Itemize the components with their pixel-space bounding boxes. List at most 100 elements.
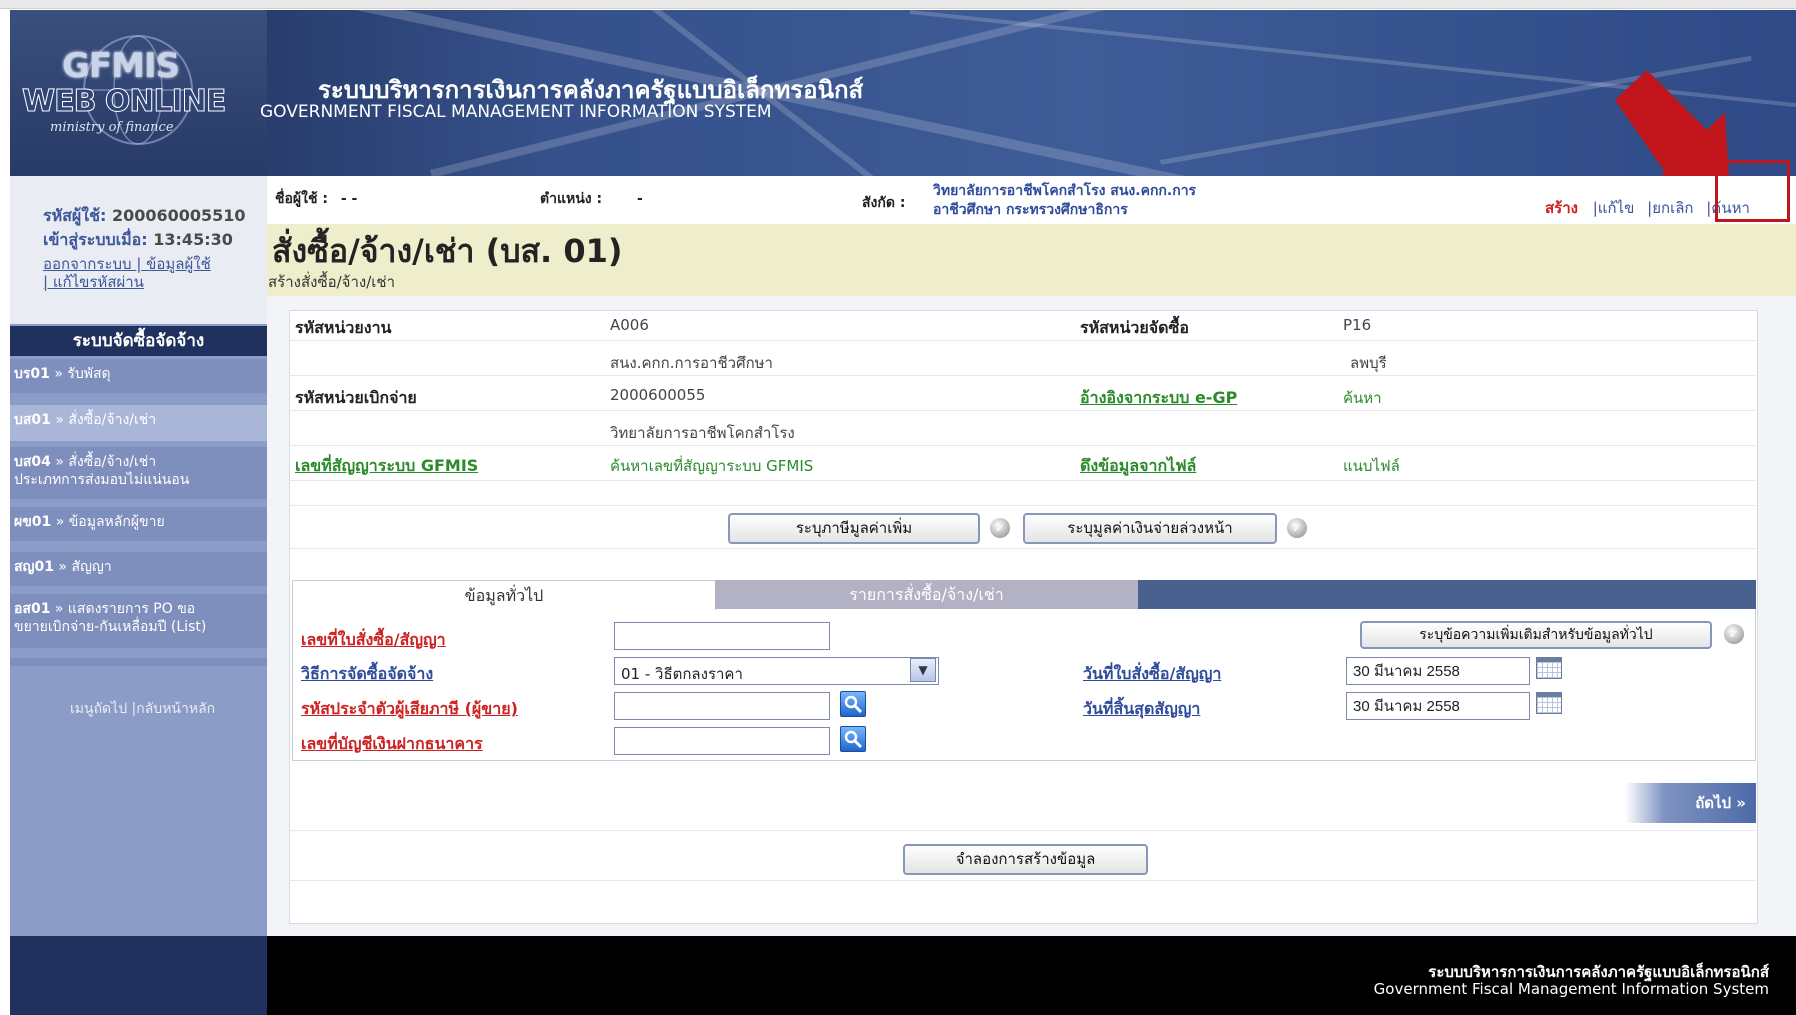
purchase-unit-label: รหัสหน่วยจัดซื้อ (1080, 318, 1189, 337)
footer-left (10, 936, 267, 1015)
position-value: - (636, 191, 643, 207)
import-file-link[interactable]: ดึงข้อมูลจากไฟล์ (1080, 454, 1196, 479)
tab-items[interactable]: รายการสั่งซื้อ/จ้าง/เช่า (715, 580, 1138, 609)
search-icon[interactable] (840, 726, 866, 752)
affiliation-label: สังกัด : (862, 195, 906, 211)
disbursement-unit-value: 2000600055 (610, 386, 706, 404)
sidebar-item-sy01[interactable]: สญ01 » สัญญา (10, 552, 267, 586)
menu-label: » สั่งซื้อ/จ้าง/เช่า (55, 454, 157, 470)
login-time-label: เข้าสู่ระบบเมื่อ: (43, 230, 148, 249)
menu-code: บร01 (14, 366, 50, 382)
user-label: ชื่อผู้ใช้ : (275, 191, 328, 207)
row-divider (289, 410, 1756, 411)
disbursement-unit-label: รหัสหน่วยเบิกจ่าย (295, 388, 417, 407)
bank-account-label[interactable]: เลขที่บัญชีเงินฝากธนาคาร (301, 732, 483, 757)
user-value: - - (340, 191, 358, 207)
logo-text-gfmis: GFMIS (62, 46, 180, 86)
user-code-label: รหัสผู้ใช้: (43, 206, 107, 225)
row-divider (289, 480, 1756, 481)
po-date-input[interactable] (1346, 657, 1530, 685)
procurement-method-select[interactable]: 01 - วิธีตกลงราคา (614, 657, 939, 685)
sidebar-item-bs01[interactable]: บส01 » สั่งซื้อ/จ้าง/เช่า (10, 405, 267, 441)
sidebar-item-os01[interactable]: อส01 » แสดงรายการ PO ขอ ขยายเบิกจ่าย-กัน… (10, 594, 267, 648)
extra-info-button[interactable]: ระบุข้อความเพิ่มเติมสำหรับข้อมูลทั่วไป (1360, 621, 1712, 649)
purchase-unit-name: ลพบุรี (1350, 354, 1387, 372)
change-password-link[interactable]: | แก้ไขรหัสผ่าน (43, 270, 144, 294)
menu-divider (10, 658, 267, 666)
end-date-label[interactable]: วันที่สิ้นสุดสัญญา (1083, 697, 1200, 722)
disbursement-unit-name: วิทยาลัยการอาชีพโคกสำโรง (610, 424, 795, 442)
row-divider (289, 375, 1756, 376)
footer-title-en: Government Fiscal Management Information… (1373, 980, 1769, 998)
tax-id-input[interactable] (614, 692, 830, 720)
next-button[interactable]: ถัดไป » (1625, 783, 1756, 823)
gfmis-contract-link[interactable]: เลขที่สัญญาระบบ GFMIS (295, 454, 478, 479)
po-date-label[interactable]: วันที่ใบสั่งซื้อ/สัญญา (1083, 662, 1221, 687)
po-number-input[interactable] (614, 622, 830, 650)
purchase-unit-value: P16 (1343, 316, 1372, 334)
browser-strip (0, 0, 1796, 9)
prepayment-button[interactable]: ระบุมูลค่าเงินจ่ายล่วงหน้า (1023, 513, 1277, 544)
chevron-down-icon[interactable]: ▼ (910, 658, 936, 682)
app-header (10, 10, 1796, 176)
row-divider (289, 340, 1756, 341)
cancel-link[interactable]: |ยกเลิก (1647, 199, 1693, 217)
agency-code-value: A006 (610, 316, 649, 334)
login-time-row: เข้าสู่ระบบเมื่อ: 13:45:30 (43, 228, 233, 253)
create-link[interactable]: สร้าง (1545, 199, 1578, 217)
menu-code: สญ01 (14, 559, 54, 575)
menu-label: » สัญญา (58, 559, 112, 575)
menu-code: ผข01 (14, 514, 52, 530)
affiliation-line-2: อาชีวศึกษา กระทรวงศึกษาธิการ (933, 202, 1128, 218)
calendar-icon[interactable] (1536, 692, 1562, 714)
menu-code: บส04 (14, 454, 51, 470)
system-title-en: GOVERNMENT FISCAL MANAGEMENT INFORMATION… (260, 102, 772, 122)
page-subtitle: สร้างสั่งซื้อ/จ้าง/เช่า (268, 273, 396, 291)
logo-text-webonline: WEB ONLINE (21, 84, 226, 120)
menu-label: » แสดงรายการ PO ขอ (54, 601, 196, 617)
attach-file-link[interactable]: แนบไฟล์ (1343, 454, 1400, 478)
procurement-method-value: 01 - วิธีตกลงราคา (621, 665, 743, 683)
user-code-value: 200060005510 (111, 206, 246, 225)
gfmis-contract-search-link[interactable]: ค้นหาเลขที่สัญญาระบบ GFMIS (610, 454, 813, 478)
prepayment-check-icon: ✓ (1287, 518, 1307, 538)
extra-info-check-icon: ✓ (1724, 624, 1744, 644)
egp-search-link[interactable]: ค้นหา (1343, 386, 1382, 410)
user-code-row: รหัสผู้ใช้: 200060005510 (43, 204, 246, 229)
user-field: ชื่อผู้ใช้ : - - (275, 188, 357, 210)
vat-check-icon: ✓ (990, 518, 1010, 538)
menu-label-2: ขยายเบิกจ่าย-กันเหลื่อมปี (List) (14, 619, 207, 635)
menu-label: » รับพัสดุ (54, 366, 111, 382)
position-label: ตำแหน่ง : (540, 191, 603, 207)
menu-label: » สั่งซื้อ/จ้าง/เช่า (55, 412, 157, 428)
bank-account-input[interactable] (614, 727, 830, 755)
menu-footer-links[interactable]: เมนูถัดไป |กลับหน้าหลัก (70, 698, 215, 720)
annotation-highlight-box (1715, 160, 1790, 222)
edit-link[interactable]: |แก้ไข (1593, 199, 1635, 217)
vat-button[interactable]: ระบุภาษีมูลค่าเพิ่ม (728, 513, 980, 544)
sidebar-item-pk01[interactable]: ผข01 » ข้อมูลหลักผู้ขาย (10, 507, 267, 541)
agency-code-label: รหัสหน่วยงาน (295, 318, 392, 337)
tax-id-label[interactable]: รหัสประจำตัวผู้เสียภาษี (ผู้ขาย) (301, 697, 518, 722)
end-date-input[interactable] (1346, 692, 1530, 720)
sidebar-item-br01[interactable]: บร01 » รับพัสดุ (10, 359, 267, 393)
calendar-icon[interactable] (1536, 657, 1562, 679)
row-divider (289, 880, 1756, 881)
egp-reference-link[interactable]: อ้างอิงจากระบบ e-GP (1080, 386, 1237, 411)
search-icon[interactable] (840, 691, 866, 717)
po-number-label[interactable]: เลขที่ใบสั่งซื้อ/สัญญา (301, 628, 446, 653)
tab-strip-fill (1138, 580, 1756, 609)
position-field: ตำแหน่ง : - (540, 188, 643, 210)
procurement-method-label[interactable]: วิธีการจัดซื้อจัดจ้าง (301, 662, 433, 687)
menu-code: อส01 (14, 601, 51, 617)
tab-general[interactable]: ข้อมูลทั่วไป (292, 580, 716, 610)
login-time-value: 13:45:30 (153, 230, 233, 249)
row-divider (289, 830, 1756, 831)
menu-title: ระบบจัดซื้อจัดจ้าง (10, 326, 267, 356)
session-info: รหัสผู้ใช้: 200060005510 เข้าสู่ระบบเมื่… (10, 176, 267, 324)
sidebar-item-bs04[interactable]: บส04 » สั่งซื้อ/จ้าง/เช่า ประเภทการส่งมอ… (10, 447, 267, 499)
logo-text-ministry: ministry of finance (50, 120, 174, 135)
simulate-button[interactable]: จำลองการสร้างข้อมูล (903, 844, 1148, 875)
menu-label: » ข้อมูลหลักผู้ขาย (55, 514, 165, 530)
row-divider (289, 505, 1756, 506)
